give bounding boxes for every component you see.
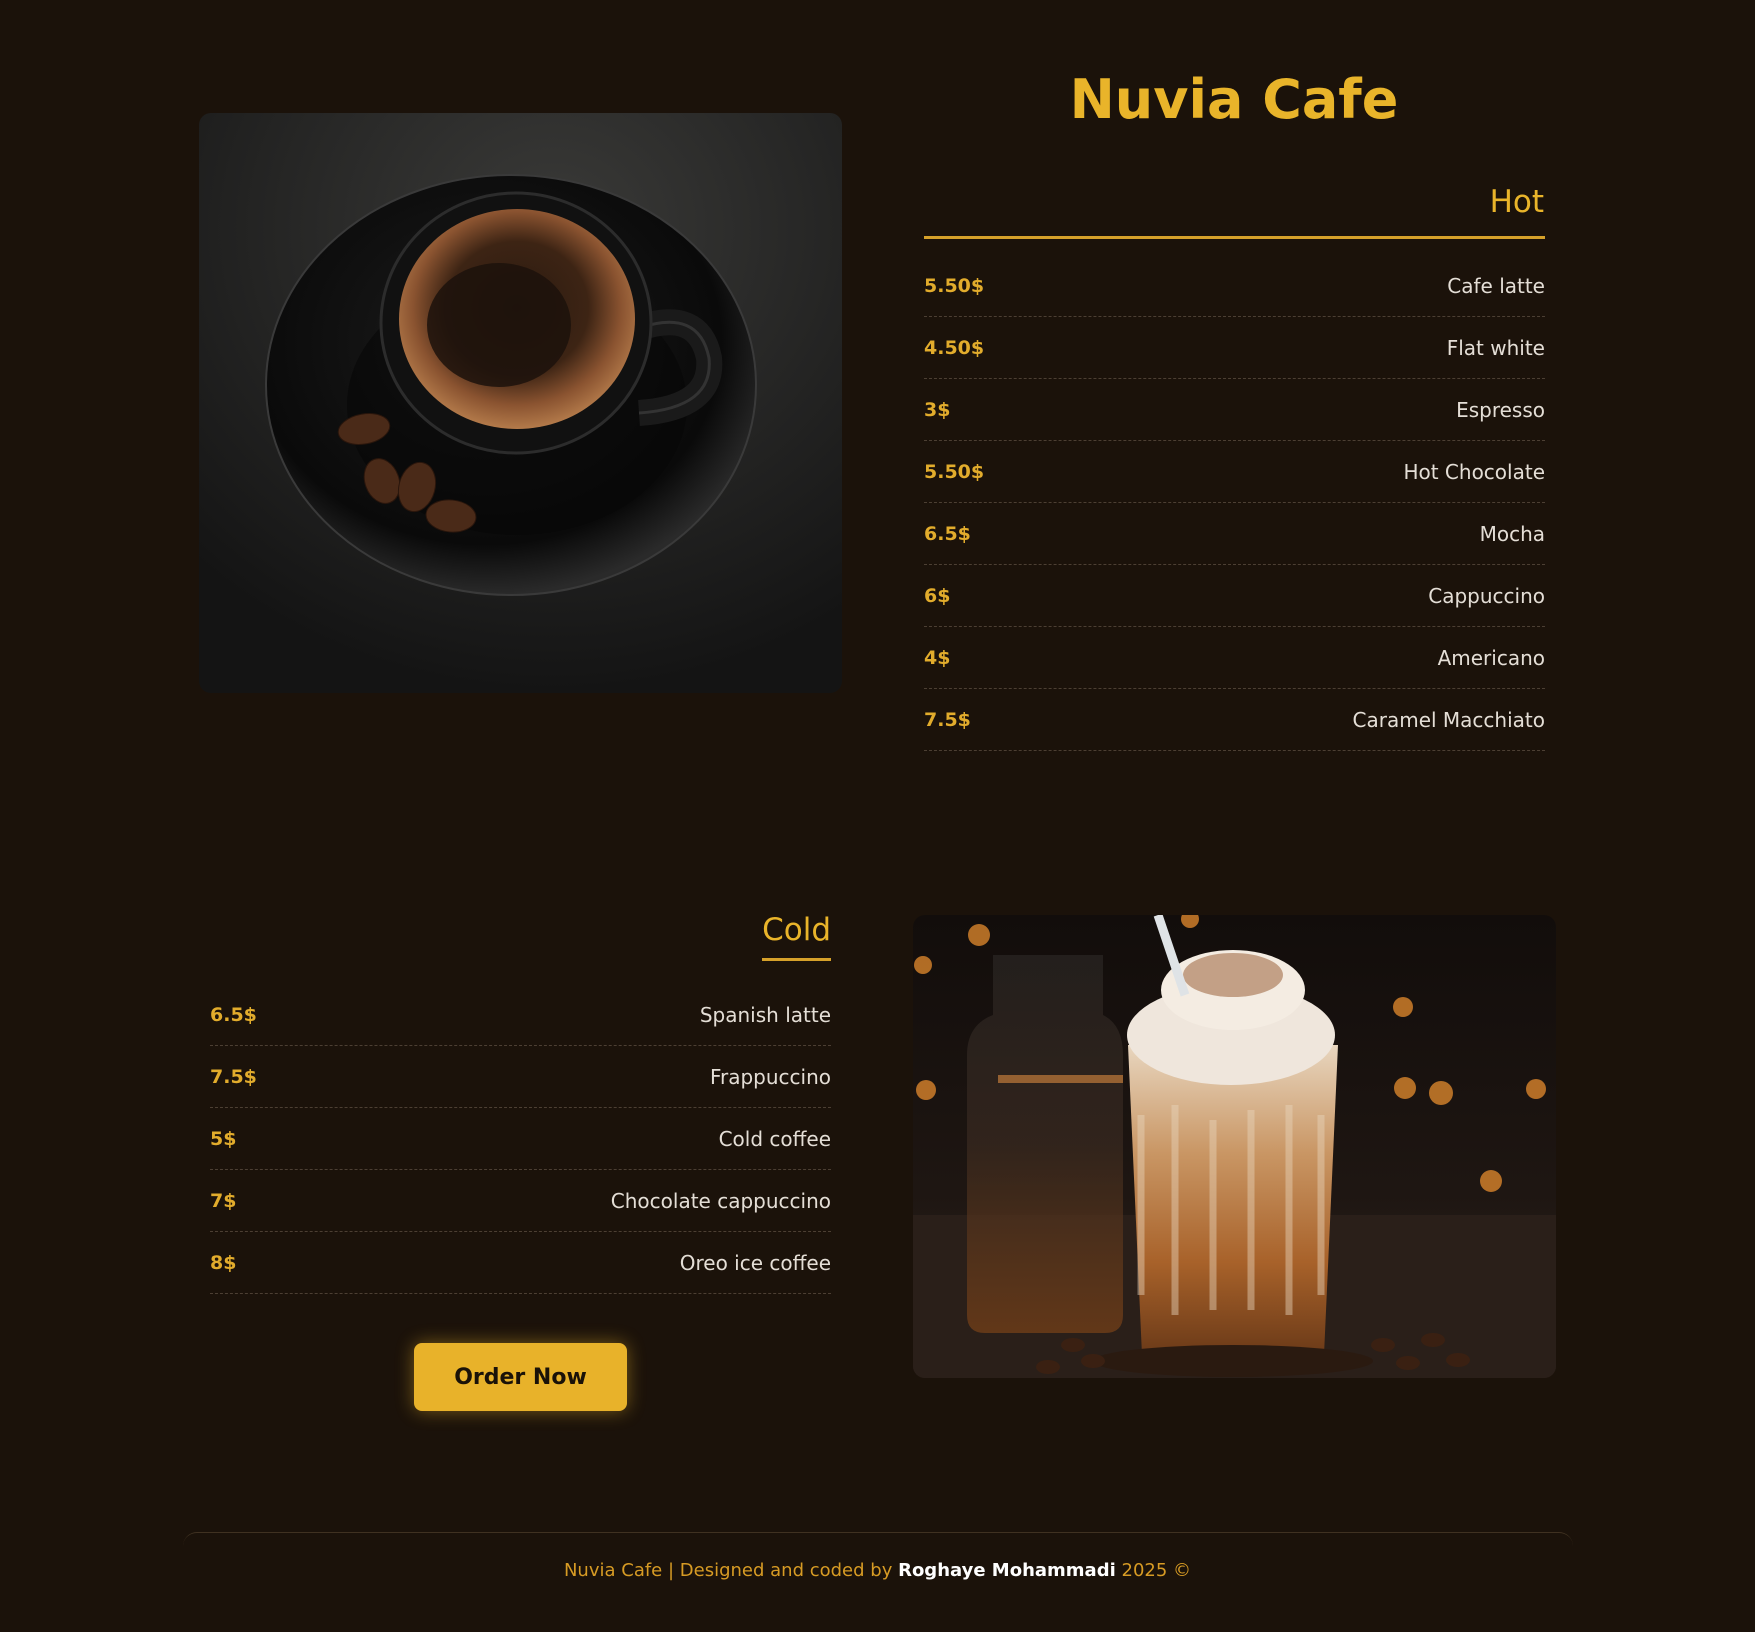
black-coffee-cup-icon	[199, 113, 842, 693]
menu-item: 6.5$ Spanish latte	[210, 985, 831, 1046]
cold-menu-list: 6.5$ Spanish latte 7.5$ Frappuccino 5$ C…	[210, 985, 831, 1295]
menu-item-name: Oreo ice coffee	[679, 1251, 831, 1275]
hot-menu-list: 5.50$ Cafe latte 4.50$ Flat white 3$ Esp…	[924, 256, 1545, 752]
menu-item-name: Cappuccino	[1428, 584, 1545, 608]
menu-item: 6$ Cappuccino	[924, 566, 1545, 627]
menu-item-price: 7.5$	[210, 1066, 257, 1088]
menu-item-price: 8$	[210, 1252, 237, 1274]
menu-item: 5$ Cold coffee	[210, 1109, 831, 1170]
menu-item-price: 4$	[924, 647, 951, 669]
menu-item: 4$ Americano	[924, 628, 1545, 689]
menu-item-price: 7.5$	[924, 709, 971, 731]
menu-item-name: Americano	[1437, 646, 1545, 670]
footer-prefix: Nuvia Cafe | Designed and coded by	[563, 1560, 899, 1581]
footer-divider	[183, 1532, 1573, 1549]
footer: Nuvia Cafe | Designed and coded by Rogha…	[0, 1560, 1755, 1581]
menu-item-name: Caramel Macchiato	[1352, 708, 1545, 732]
menu-item: 8$ Oreo ice coffee	[210, 1233, 831, 1294]
menu-item: 7.5$ Caramel Macchiato	[924, 690, 1545, 751]
menu-item-name: Cold coffee	[718, 1127, 831, 1151]
cold-coffee-image	[913, 915, 1556, 1378]
cafe-title: Nuvia Cafe	[1069, 68, 1399, 131]
order-now-button[interactable]: Order Now	[414, 1343, 627, 1411]
menu-item-price: 5.50$	[924, 461, 985, 483]
menu-item-price: 5.50$	[924, 275, 985, 297]
menu-item-name: Hot Chocolate	[1403, 460, 1545, 484]
hot-section-heading: Hot	[1489, 184, 1544, 220]
menu-item: 5.50$ Hot Chocolate	[924, 442, 1545, 503]
menu-item-name: Flat white	[1446, 336, 1545, 360]
menu-item-price: 6$	[924, 585, 951, 607]
menu-item-name: Chocolate cappuccino	[610, 1189, 831, 1213]
menu-item-price: 4.50$	[924, 337, 985, 359]
footer-suffix: 2025 ©	[1115, 1560, 1192, 1581]
menu-item-price: 6.5$	[210, 1004, 257, 1026]
menu-item: 7$ Chocolate cappuccino	[210, 1171, 831, 1232]
menu-item: 5.50$ Cafe latte	[924, 256, 1545, 317]
footer-author: Roghaye Mohammadi	[898, 1560, 1116, 1581]
menu-item-price: 3$	[924, 399, 951, 421]
cold-section-heading: Cold	[762, 912, 831, 961]
hot-heading-divider	[924, 236, 1545, 239]
menu-item: 4.50$ Flat white	[924, 318, 1545, 379]
menu-item-name: Spanish latte	[699, 1003, 831, 1027]
menu-item: 3$ Espresso	[924, 380, 1545, 441]
menu-item-name: Cafe latte	[1447, 274, 1545, 298]
menu-item-price: 5$	[210, 1128, 237, 1150]
menu-item-name: Mocha	[1479, 522, 1545, 546]
iced-coffee-glass-icon	[913, 915, 1556, 1378]
menu-item-price: 7$	[210, 1190, 237, 1212]
menu-item: 7.5$ Frappuccino	[210, 1047, 831, 1108]
menu-item-price: 6.5$	[924, 523, 971, 545]
menu-item: 6.5$ Mocha	[924, 504, 1545, 565]
menu-item-name: Espresso	[1456, 398, 1545, 422]
menu-item-name: Frappuccino	[709, 1065, 831, 1089]
hot-coffee-image	[199, 113, 842, 693]
cold-section-heading-wrap: Cold	[762, 912, 831, 961]
